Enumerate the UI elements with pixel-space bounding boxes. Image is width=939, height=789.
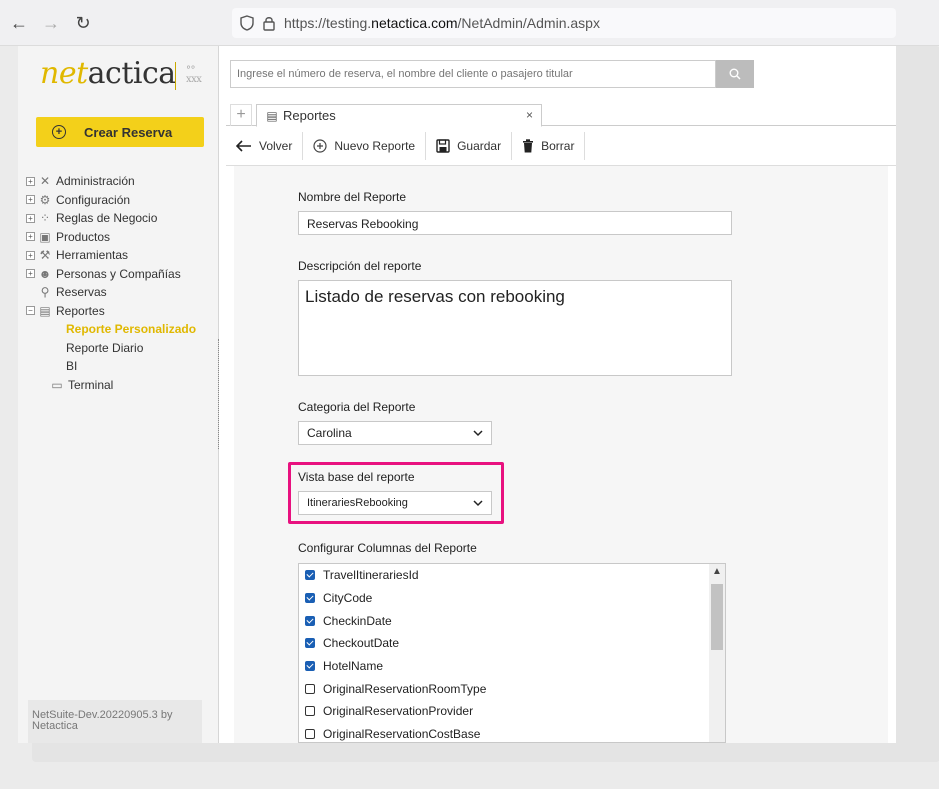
back-arrow-icon (236, 139, 252, 152)
url-text: https://testing.netactica.com/NetAdmin/A… (284, 15, 600, 31)
expand-icon[interactable]: + (26, 269, 35, 279)
column-item[interactable]: CheckinDate (299, 609, 725, 632)
columnas-label: Configurar Columnas del Reporte (298, 541, 477, 555)
chevron-down-icon (473, 429, 483, 436)
sidebar-item-reportes[interactable]: − ▤ Reportes (26, 302, 196, 321)
scroll-up-icon[interactable]: ▲ (712, 566, 722, 577)
toolbar: Volver Nuevo Reporte Guardar Borrar (226, 126, 896, 166)
sidebar-item-reporte-personalizado[interactable]: Reporte Personalizado (26, 320, 196, 339)
plus-circle-icon: + (52, 125, 66, 139)
report-icon: ▤ (266, 108, 278, 123)
vista-label: Vista base del reporte (298, 470, 415, 484)
browser-toolbar: ← → ↻ https://testing.netactica.com/NetA… (0, 0, 939, 46)
save-icon (436, 138, 450, 153)
checkbox-checked[interactable] (305, 661, 315, 672)
wrench-icon: ⚒ (39, 248, 51, 263)
descripcion-textarea[interactable]: Listado de reservas con rebooking (298, 280, 732, 376)
logo-dots-icon: °° xxx (186, 65, 202, 85)
gear-icon: ⚙ (39, 192, 51, 207)
chevron-down-icon (473, 499, 483, 506)
lock-icon (263, 17, 275, 31)
main-panel: + ▤ Reportes × Volver Nuevo Reporte Guar… (226, 46, 896, 743)
scroll-thumb[interactable] (711, 584, 723, 650)
search-icon (729, 68, 741, 80)
column-item[interactable]: CheckoutDate (299, 632, 725, 655)
search-input[interactable] (230, 60, 716, 88)
checkbox-checked[interactable] (305, 615, 315, 626)
splitter-handle[interactable] (218, 339, 221, 449)
checkbox-checked[interactable] (305, 570, 315, 581)
sidebar-item-reporte-diario[interactable]: Reporte Diario (26, 339, 196, 358)
terminal-icon: ▭ (51, 377, 63, 392)
nombre-label: Nombre del Reporte (298, 190, 407, 204)
shield-icon (240, 15, 254, 31)
sidebar-item-terminal[interactable]: ▭ Terminal (26, 376, 196, 395)
expand-icon[interactable]: + (26, 195, 35, 205)
nuevo-reporte-button[interactable]: Nuevo Reporte (303, 131, 427, 160)
columns-scrollbar[interactable]: ▲ (709, 564, 725, 742)
sidebar-item-reservas[interactable]: ⚲ Reservas (26, 283, 196, 302)
descripcion-label: Descripción del reporte (298, 259, 422, 273)
sidebar-item-configuracion[interactable]: + ⚙ Configuración (26, 191, 196, 210)
crear-reserva-button[interactable]: + Crear Reserva (36, 117, 204, 147)
sidebar-item-reglas[interactable]: + ⁘ Reglas de Negocio (26, 209, 196, 228)
address-bar[interactable]: https://testing.netactica.com/NetAdmin/A… (232, 8, 896, 38)
column-item[interactable]: OriginalReservationCostBase (299, 723, 725, 742)
rules-icon: ⁘ (39, 211, 51, 226)
sidebar: netactica °° xxx + Crear Reserva + ✕ Admini… (18, 46, 219, 743)
column-item[interactable]: OriginalReservationRoomType (299, 677, 725, 700)
app-window: netactica °° xxx + Crear Reserva + ✕ Admini… (18, 46, 896, 743)
trash-icon (522, 138, 534, 153)
expand-icon[interactable]: + (26, 250, 35, 260)
column-item[interactable]: OriginalReservationProvider (299, 700, 725, 723)
search-button[interactable] (716, 60, 754, 88)
version-label: NetSuite-Dev.20220905.3 by Netactica (28, 700, 202, 743)
sidebar-item-bi[interactable]: BI (26, 357, 196, 376)
box-icon: ▣ (39, 229, 51, 244)
tab-reportes[interactable]: ▤ Reportes × (256, 104, 542, 127)
back-arrow-icon[interactable]: ← (8, 13, 30, 33)
people-icon: ☻ (38, 266, 52, 281)
column-item[interactable]: HotelName (299, 655, 725, 678)
close-tab-icon[interactable]: × (526, 108, 533, 122)
checkbox-checked[interactable] (305, 638, 315, 649)
expand-icon[interactable]: + (26, 213, 35, 223)
sidebar-item-herramientas[interactable]: + ⚒ Herramientas (26, 246, 196, 265)
sidebar-item-personas[interactable]: + ☻ Personas y Compañías (26, 265, 196, 284)
nav-tree: + ✕ Administración + ⚙ Configuración + ⁘ Regla… (26, 172, 196, 394)
checkbox-checked[interactable] (305, 593, 315, 604)
categoria-label: Categoria del Reporte (298, 400, 416, 414)
column-item[interactable]: CityCode (299, 587, 725, 610)
collapse-icon[interactable]: − (26, 306, 35, 316)
sidebar-item-productos[interactable]: + ▣ Productos (26, 228, 196, 247)
add-tab-button[interactable]: + (230, 104, 252, 126)
checkbox-unchecked[interactable] (305, 729, 315, 740)
tools-icon: ✕ (39, 174, 51, 189)
categoria-select[interactable]: Carolina (298, 421, 492, 445)
person-icon: ⚲ (40, 285, 50, 300)
guardar-button[interactable]: Guardar (426, 131, 513, 160)
checkbox-unchecked[interactable] (305, 683, 315, 694)
report-form: Nombre del Reporte Reservas Rebooking De… (234, 166, 888, 743)
netactica-logo: netactica °° xxx (40, 56, 202, 91)
reload-icon[interactable]: ↻ (72, 13, 94, 33)
expand-icon[interactable]: + (26, 176, 35, 186)
forward-arrow-icon[interactable]: → (40, 13, 62, 33)
expand-icon[interactable]: + (26, 232, 35, 242)
report-icon: ▤ (39, 303, 51, 318)
plus-circle-icon (313, 138, 327, 153)
borrar-button[interactable]: Borrar (512, 131, 586, 160)
column-item[interactable]: TravelItinerariesId (299, 564, 725, 587)
checkbox-unchecked[interactable] (305, 706, 315, 717)
vista-select[interactable]: ItinerariesRebooking (298, 491, 492, 515)
sidebar-item-administracion[interactable]: + ✕ Administración (26, 172, 196, 191)
nombre-input[interactable]: Reservas Rebooking (298, 211, 732, 235)
volver-button[interactable]: Volver (226, 131, 304, 160)
columns-list: TravelItinerariesId CityCode CheckinDate… (298, 563, 726, 743)
tab-bar: + ▤ Reportes × (226, 102, 896, 127)
